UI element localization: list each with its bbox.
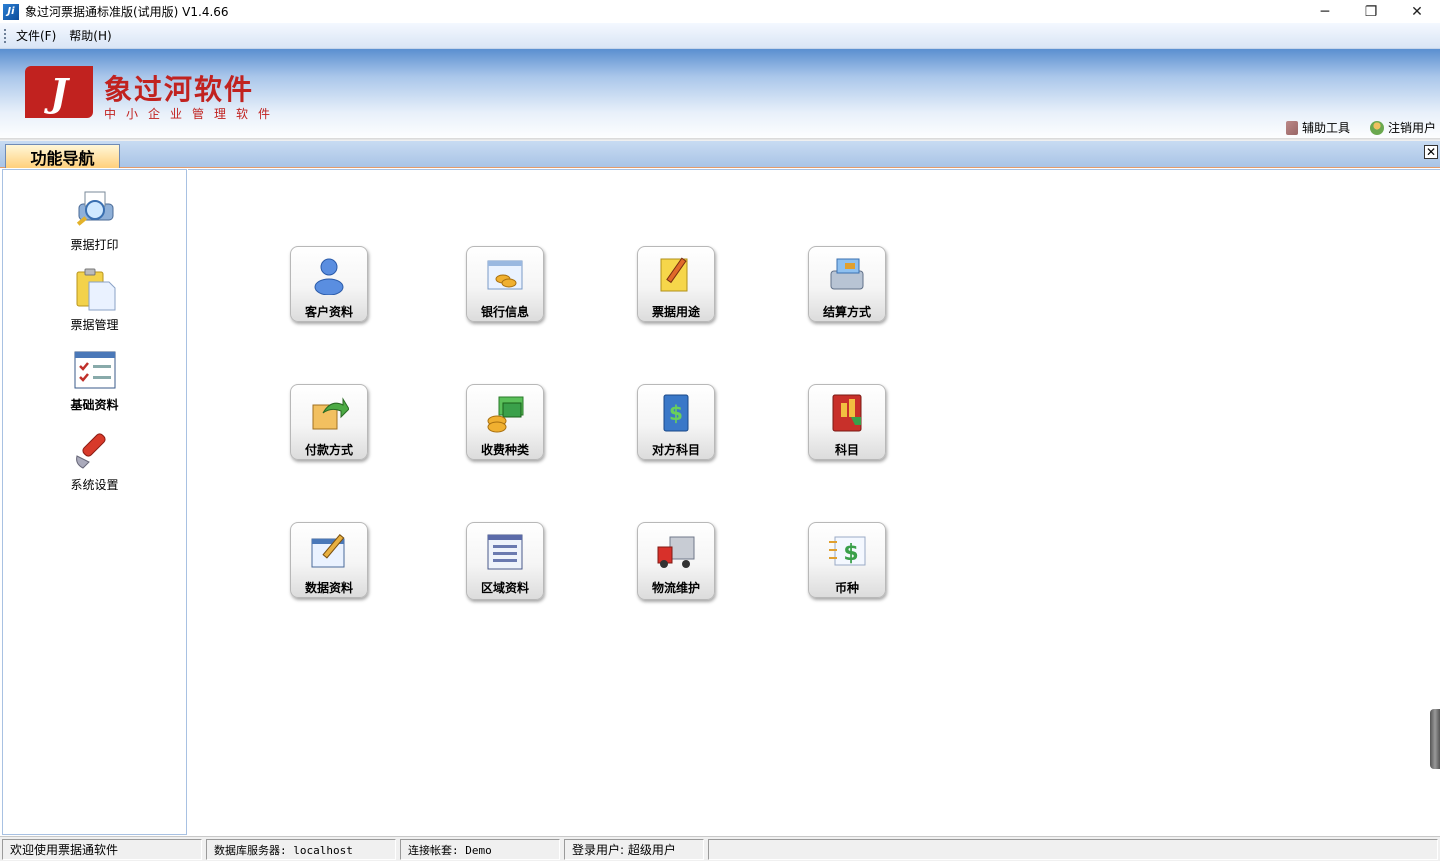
payment-icon: [309, 393, 350, 433]
header-banner: J 象过河软件 中小企业管理软件 辅助工具 注销用户: [0, 49, 1440, 140]
minimize-button[interactable]: ─: [1302, 0, 1348, 23]
sidebar-label-print: 票据打印: [70, 238, 119, 252]
print-icon: [71, 186, 119, 234]
status-bar: 欢迎使用票据通软件 数据库服务器: localhost 连接帐套: Demo 登…: [0, 836, 1440, 861]
tile-bill-usage[interactable]: 票据用途: [637, 246, 715, 322]
bank-icon: [485, 255, 525, 295]
sidebar-label-system-settings: 系统设置: [70, 478, 119, 492]
company-slogan: 中小企业管理软件: [104, 107, 281, 121]
data-edit-icon: [309, 531, 349, 571]
logout-button[interactable]: 注销用户: [1369, 119, 1436, 136]
account-book-icon: [827, 393, 867, 433]
tile-label: 物流维护: [651, 581, 700, 595]
side-panel-handle[interactable]: [1430, 709, 1440, 769]
customer-icon: [309, 255, 349, 296]
title-bar: Ji 象过河票据通标准版(试用版) V1.4.66 ─ ❐ ✕: [0, 0, 1440, 23]
tile-counter-account[interactable]: $ 对方科目: [637, 384, 715, 460]
sidebar-item-system-settings[interactable]: 系统设置: [3, 426, 186, 493]
logout-label: 注销用户: [1387, 121, 1436, 135]
tile-account-subject[interactable]: 科目: [808, 384, 886, 460]
status-account-set: 连接帐套: Demo: [400, 839, 560, 860]
tools-label: 辅助工具: [1301, 121, 1350, 135]
fee-type-icon: [485, 393, 525, 433]
main-panel: 客户资料 银行信息 票据用途 结算方式 付款方式 收费种类 $ 对方科目 科目 …: [188, 169, 1440, 835]
status-empty: [708, 839, 1438, 860]
tile-label: 银行信息: [480, 305, 529, 319]
tile-label: 收费种类: [480, 443, 529, 457]
clipboard-icon: [71, 266, 119, 314]
sidebar: 票据打印 票据管理 基础资料 系统设置: [2, 169, 187, 835]
tile-label: 结算方式: [822, 305, 871, 319]
tile-label: 客户资料: [304, 305, 353, 319]
tile-label: 数据资料: [304, 581, 353, 595]
restore-button[interactable]: ❐: [1348, 0, 1394, 23]
currency-icon: $: [827, 531, 867, 571]
tile-data-info[interactable]: 数据资料: [290, 522, 368, 598]
checklist-icon: [71, 346, 119, 394]
tile-customer[interactable]: 客户资料: [290, 246, 368, 322]
tile-label: 科目: [834, 443, 859, 457]
status-login-user: 登录用户: 超级用户: [564, 839, 704, 860]
tab-strip: 功能导航 ✕: [0, 141, 1440, 168]
app-logo-icon: Ji: [3, 3, 19, 20]
tile-logistics[interactable]: 物流维护: [637, 522, 715, 600]
menu-help[interactable]: 帮助(H): [69, 27, 111, 44]
menu-bar: 文件(F) 帮助(H): [0, 23, 1440, 49]
banner-toolbar: 辅助工具 注销用户: [1285, 119, 1436, 136]
wrench-icon: [71, 426, 119, 474]
sidebar-label-basic-data: 基础资料: [70, 398, 119, 412]
tile-label: 对方科目: [651, 443, 700, 457]
svg-text:$: $: [669, 401, 683, 425]
status-welcome: 欢迎使用票据通软件: [2, 839, 202, 860]
note-edit-icon: [656, 255, 696, 295]
tile-label: 付款方式: [304, 443, 353, 457]
menu-file[interactable]: 文件(F): [16, 27, 56, 44]
close-button[interactable]: ✕: [1394, 0, 1440, 23]
tile-label: 区域资料: [480, 581, 529, 595]
tools-button[interactable]: 辅助工具: [1285, 119, 1350, 136]
tile-bank-info[interactable]: 银行信息: [466, 246, 544, 322]
sidebar-item-basic-data[interactable]: 基础资料: [3, 346, 186, 413]
tab-function-navigation[interactable]: 功能导航: [5, 144, 120, 168]
cash-register-icon: [827, 255, 867, 295]
user-logout-icon: [1369, 120, 1384, 135]
close-tab-button[interactable]: ✕: [1424, 145, 1438, 159]
tile-payment-method[interactable]: 付款方式: [290, 384, 368, 460]
tile-settlement-method[interactable]: 结算方式: [808, 246, 886, 322]
list-window-icon: [485, 531, 525, 571]
ledger-dollar-icon: $: [656, 393, 696, 433]
tile-currency[interactable]: $ 币种: [808, 522, 886, 598]
tile-fee-type[interactable]: 收费种类: [466, 384, 544, 460]
company-name: 象过河软件: [104, 73, 255, 106]
sidebar-item-bill-management[interactable]: 票据管理: [3, 266, 186, 333]
tile-label: 票据用途: [651, 305, 700, 319]
svg-text:$: $: [843, 541, 858, 566]
sidebar-label-bill-management: 票据管理: [70, 318, 119, 332]
tile-label: 币种: [834, 581, 859, 595]
tile-region-info[interactable]: 区域资料: [466, 522, 544, 600]
tools-icon: [1285, 120, 1298, 135]
window-title: 象过河票据通标准版(试用版) V1.4.66: [25, 5, 229, 19]
toolbar-grip[interactable]: [4, 28, 7, 43]
window-controls: ─ ❐ ✕: [1302, 0, 1440, 23]
company-logo-mark: J: [25, 66, 93, 118]
sidebar-item-print[interactable]: 票据打印: [3, 186, 186, 253]
status-db-server: 数据库服务器: localhost: [206, 839, 396, 860]
truck-icon: [656, 531, 696, 571]
